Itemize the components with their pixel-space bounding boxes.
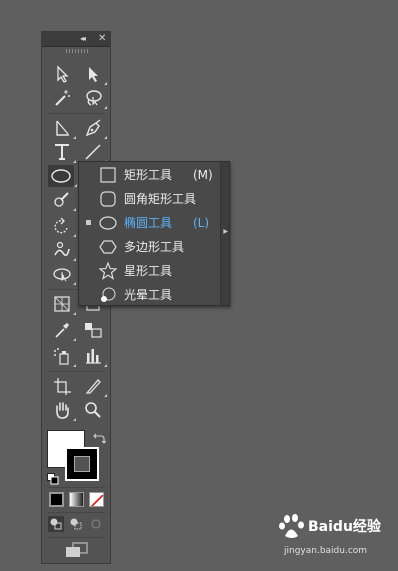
tearoff-strip[interactable]: ▶ bbox=[220, 162, 229, 305]
draw-inside-icon bbox=[91, 519, 101, 529]
line-tool[interactable] bbox=[82, 141, 107, 163]
menu-item-polygon-tool[interactable]: 多边形工具 bbox=[79, 235, 223, 259]
column-graph-tool[interactable] bbox=[82, 345, 107, 367]
angle-line-icon bbox=[56, 120, 69, 136]
menu-item-rectangle-tool[interactable]: 矩形工具 (M) bbox=[79, 163, 223, 187]
menu-item-star-tool[interactable]: 星形工具 bbox=[79, 259, 223, 283]
line-segment-icon bbox=[85, 144, 101, 160]
menu-item-label: 圆角矩形工具 bbox=[124, 192, 197, 206]
draw-behind-icon bbox=[70, 518, 82, 530]
shape-builder-icon bbox=[53, 268, 71, 282]
pen-nib-icon bbox=[85, 119, 101, 137]
menu-item-shortcut: (L) bbox=[193, 216, 210, 230]
warp-tool[interactable] bbox=[51, 239, 76, 261]
rounded-rectangle-icon bbox=[99, 190, 117, 208]
pencil-tool[interactable] bbox=[51, 189, 76, 211]
panel-grip[interactable] bbox=[66, 49, 88, 53]
separator bbox=[48, 371, 106, 372]
default-colors-icon bbox=[47, 473, 59, 485]
shape-builder-tool[interactable] bbox=[51, 263, 76, 285]
lasso-icon bbox=[86, 90, 102, 106]
direct-selection-arrow-icon bbox=[89, 67, 98, 82]
baidu-paw-icon bbox=[279, 514, 304, 538]
tearoff-arrow-icon: ▶ bbox=[223, 228, 228, 235]
magic-wand-icon bbox=[55, 90, 70, 106]
swap-colors-button[interactable] bbox=[92, 430, 107, 444]
ellipse-tool[interactable] bbox=[48, 165, 77, 187]
ellipse-tool-icon bbox=[51, 169, 71, 183]
warp-icon bbox=[54, 241, 70, 257]
hand-icon bbox=[56, 402, 69, 419]
blend-tool[interactable] bbox=[82, 319, 104, 341]
none-mode-button[interactable] bbox=[89, 492, 104, 507]
stroke-inner bbox=[74, 456, 90, 472]
slice-tool[interactable] bbox=[82, 375, 107, 397]
bar-chart-icon bbox=[86, 349, 101, 364]
draw-normal-icon bbox=[50, 518, 62, 530]
baidu-watermark: Baidu经验 jingyan.baidu.com bbox=[278, 512, 393, 568]
separator bbox=[48, 537, 106, 538]
direct-selection-tool[interactable] bbox=[82, 63, 107, 85]
star-icon bbox=[99, 262, 117, 280]
separator bbox=[48, 512, 106, 513]
menu-item-flare-tool[interactable]: 光晕工具 bbox=[79, 283, 223, 307]
rotate-tool[interactable] bbox=[51, 215, 76, 237]
spray-can-icon bbox=[54, 348, 69, 365]
selection-tool[interactable] bbox=[51, 63, 73, 85]
swap-arrows-icon bbox=[93, 433, 107, 444]
artboard-icon bbox=[54, 378, 71, 395]
draw-normal-button[interactable] bbox=[48, 516, 64, 532]
knife-icon bbox=[85, 379, 101, 394]
draw-behind-button[interactable] bbox=[68, 516, 84, 532]
lasso-tool[interactable] bbox=[82, 87, 107, 109]
rotate-icon bbox=[54, 217, 68, 234]
collapse-panel-button[interactable]: ◂◂ bbox=[80, 33, 86, 45]
line-segment-angle-tool[interactable] bbox=[51, 117, 76, 139]
menu-item-label: 椭圆工具 bbox=[124, 216, 173, 230]
menu-item-label: 多边形工具 bbox=[124, 240, 185, 254]
menu-item-ellipse-tool[interactable]: 椭圆工具 (L) bbox=[79, 211, 223, 235]
shape-tools-flyout: 矩形工具 (M) 圆角矩形工具 椭圆工具 (L) 多边形工具 星形工具 光晕工具… bbox=[78, 161, 230, 306]
polygon-icon bbox=[99, 238, 117, 256]
magic-wand-tool[interactable] bbox=[51, 87, 73, 109]
selected-bullet bbox=[86, 220, 91, 225]
gradient-mode-button[interactable] bbox=[69, 492, 84, 507]
draw-inside-button[interactable] bbox=[88, 516, 104, 532]
close-panel-button[interactable]: ✕ bbox=[98, 32, 106, 45]
hand-tool[interactable] bbox=[51, 399, 76, 421]
blend-icon bbox=[85, 323, 102, 338]
eyedropper-icon bbox=[55, 323, 69, 338]
separator bbox=[48, 487, 106, 488]
screen-mode-button[interactable] bbox=[65, 542, 89, 558]
perspective-grid-tool[interactable] bbox=[51, 293, 76, 315]
selection-arrow-icon bbox=[57, 65, 69, 83]
menu-item-shortcut: (M) bbox=[193, 168, 213, 182]
separator bbox=[48, 113, 106, 114]
menu-item-label: 矩形工具 bbox=[124, 168, 173, 182]
default-colors-button[interactable] bbox=[47, 470, 59, 485]
flare-icon bbox=[99, 286, 117, 304]
stroke-color-swatch[interactable] bbox=[65, 447, 99, 481]
menu-item-label: 光晕工具 bbox=[124, 288, 173, 302]
pencil-icon bbox=[54, 192, 69, 207]
menu-item-label: 星形工具 bbox=[124, 264, 173, 278]
type-t-icon bbox=[55, 144, 69, 160]
color-mode-button[interactable] bbox=[49, 492, 64, 507]
symbol-sprayer-tool[interactable] bbox=[51, 345, 76, 367]
rectangle-icon bbox=[99, 166, 117, 184]
watermark-url: jingyan.baidu.com bbox=[284, 546, 368, 556]
zoom-tool[interactable] bbox=[82, 399, 104, 421]
pen-tool[interactable] bbox=[82, 117, 107, 139]
type-tool[interactable] bbox=[51, 141, 76, 163]
menu-item-rounded-rectangle-tool[interactable]: 圆角矩形工具 bbox=[79, 187, 223, 211]
magnifier-icon bbox=[85, 402, 101, 418]
ellipse-icon bbox=[99, 214, 117, 232]
eyedropper-tool[interactable] bbox=[51, 319, 76, 341]
screen-mode-icon bbox=[66, 542, 88, 557]
panel-header[interactable]: ◂◂ ✕ bbox=[42, 32, 110, 47]
artboard-tool[interactable] bbox=[51, 375, 73, 397]
grid-icon bbox=[54, 296, 70, 312]
none-slash-icon bbox=[90, 494, 103, 506]
watermark-brand: Baidu经验 bbox=[308, 519, 381, 535]
